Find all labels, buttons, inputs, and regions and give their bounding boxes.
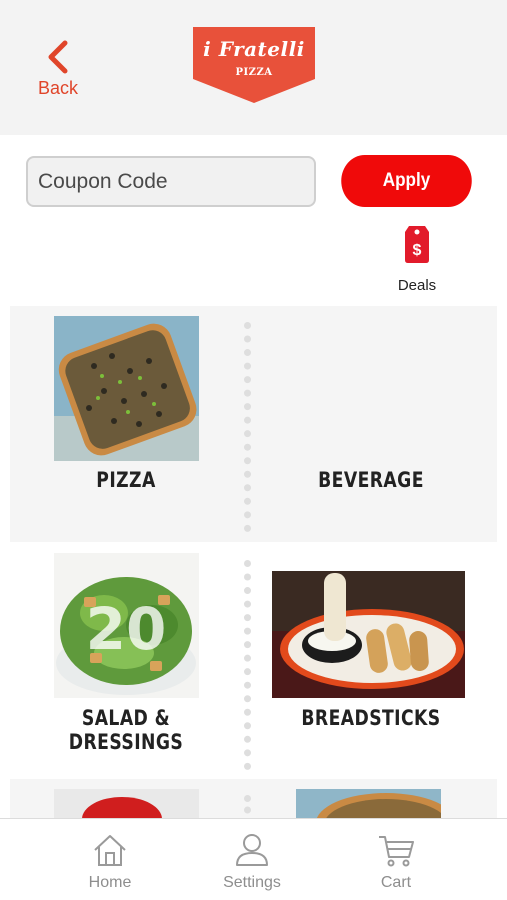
category-row — [10, 779, 497, 819]
dotted-divider — [244, 795, 252, 819]
category-row: PIZZA BEVERAGE — [10, 306, 497, 542]
brand-logo: i Fratelli PIZZA — [193, 27, 315, 103]
salad-photo: 20 — [54, 553, 199, 698]
tab-cart[interactable]: Cart — [336, 819, 456, 900]
breadsticks-photo — [272, 571, 465, 698]
chevron-left-icon — [48, 40, 68, 74]
bottom-tab-bar: Home Settings Cart — [0, 818, 507, 900]
category-salad-dressings[interactable]: 20 SALAD & DRESSINGS — [10, 542, 242, 778]
dotted-divider — [244, 322, 252, 532]
tab-home[interactable]: Home — [50, 819, 170, 900]
category-thumbnail[interactable] — [54, 789, 199, 819]
category-row: 20 SALAD & DRESSINGS BREADSTICKS — [10, 542, 497, 778]
logo-sub-text: PIZZA — [235, 67, 273, 78]
logo-script-text: i Fratelli — [203, 37, 305, 61]
tab-settings-label: Settings — [223, 874, 281, 891]
category-beverage[interactable]: BEVERAGE — [255, 306, 487, 542]
category-label: SALAD & DRESSINGS — [68, 706, 184, 754]
app-header: Back i Fratelli PIZZA — [0, 0, 507, 135]
svg-text:$: $ — [413, 242, 422, 259]
price-tag-dollar-icon: $ — [405, 226, 429, 263]
person-icon — [236, 834, 268, 866]
tab-home-label: Home — [88, 874, 132, 891]
back-button[interactable]: Back — [28, 40, 88, 110]
deals-label: Deals — [397, 277, 437, 294]
home-icon — [94, 835, 126, 866]
deals-button[interactable]: $ Deals — [390, 222, 444, 294]
apply-button[interactable]: Apply — [341, 155, 472, 207]
svg-text:20: 20 — [86, 595, 167, 663]
category-thumbnail[interactable] — [296, 789, 441, 819]
category-breadsticks[interactable]: BREADSTICKS — [255, 542, 487, 778]
category-label: BREADSTICKS — [301, 706, 441, 730]
pizza-photo — [54, 316, 199, 461]
tab-settings[interactable]: Settings — [192, 819, 312, 900]
dotted-divider — [244, 560, 252, 770]
coupon-code-input[interactable] — [26, 156, 316, 207]
cart-icon — [379, 836, 414, 867]
tab-cart-label: Cart — [380, 874, 412, 891]
category-pizza[interactable]: PIZZA — [10, 306, 242, 542]
back-label: Back — [37, 78, 79, 98]
category-label: BEVERAGE — [318, 468, 424, 492]
category-label: PIZZA — [96, 468, 156, 492]
